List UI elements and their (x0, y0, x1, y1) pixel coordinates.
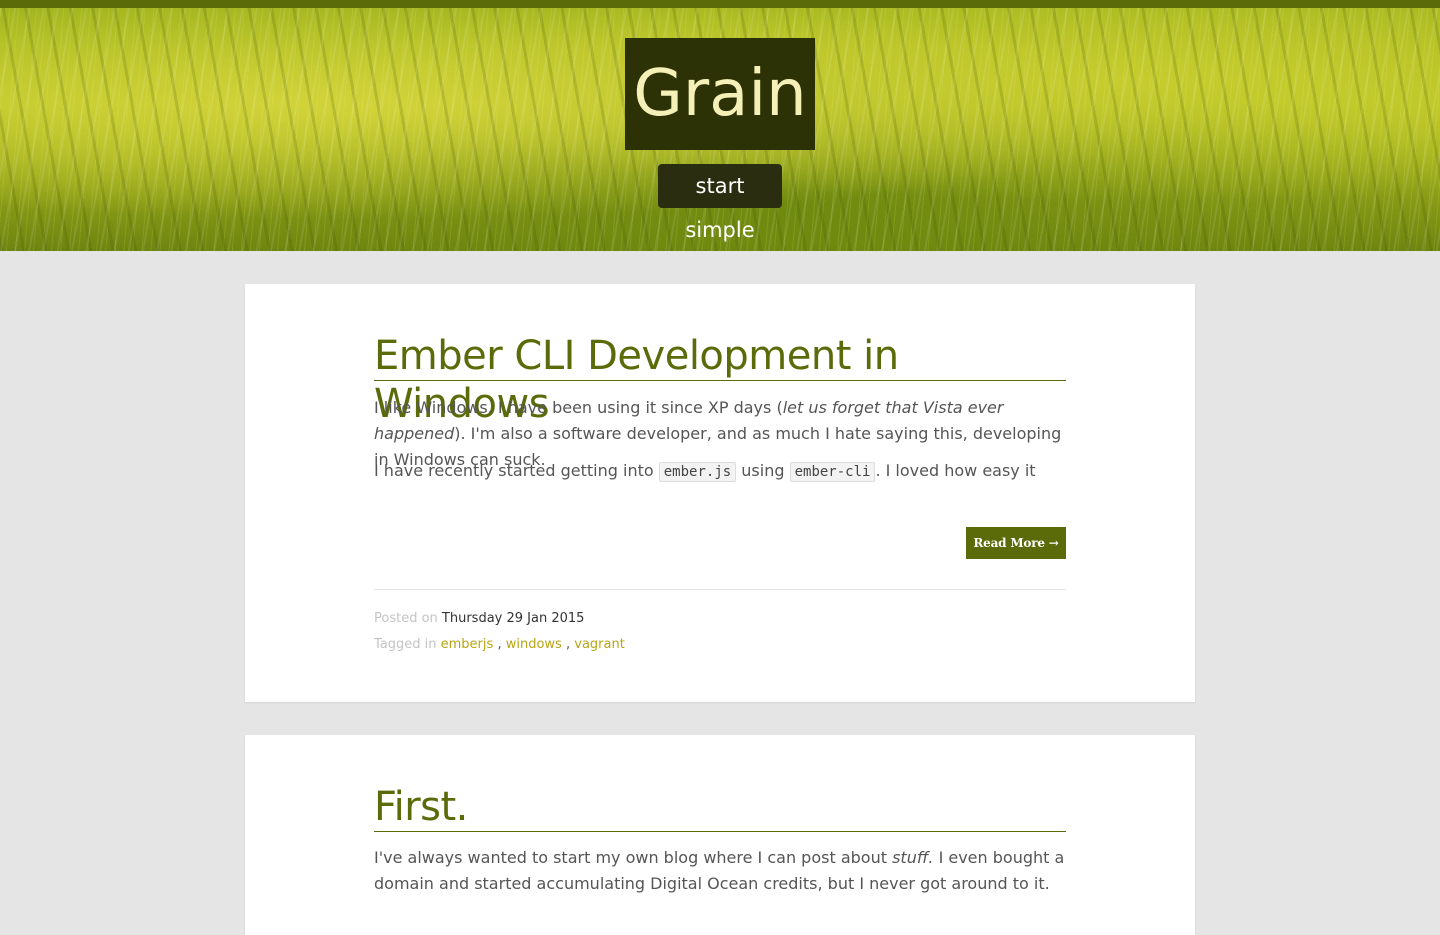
post-excerpt: I've always wanted to start my own blog … (374, 845, 1066, 897)
post-paragraph: I've always wanted to start my own blog … (374, 845, 1066, 897)
post-content: Ember CLI Development in Windows (374, 332, 1066, 427)
inline-code: ember-cli (789, 462, 876, 482)
posted-date-line: Posted on Thursday 29 Jan 2015 (374, 611, 584, 626)
tag-separator: , (497, 637, 502, 652)
paragraph-text: using (741, 461, 785, 480)
tag-separator: , (565, 637, 571, 652)
post-card: First. I've always wanted to start my ow… (245, 735, 1195, 935)
emphasis-text: stuff. (892, 848, 934, 867)
tagged-label: Tagged in (374, 637, 437, 652)
post-paragraph: I have recently started getting into emb… (374, 458, 1066, 485)
paragraph-text: I have recently started getting into (374, 461, 654, 480)
post-title[interactable]: Ember CLI Development in Windows (374, 332, 1066, 427)
site-tagline: start simple (658, 164, 782, 242)
paragraph-text: . I loved how easy it (875, 461, 1036, 480)
read-more-row: Read More → (374, 527, 1066, 559)
post-title[interactable]: First. (374, 783, 1066, 832)
tag-link-vagrant[interactable]: vagrant (574, 637, 625, 652)
paragraph-text: I've always wanted to start my own blog … (374, 848, 887, 867)
post-card: Ember CLI Development in Windows I like … (245, 284, 1195, 702)
top-accent-bar (0, 0, 1440, 8)
tags-line: Tagged in emberjs , windows , vagrant (374, 637, 625, 652)
site-title[interactable]: Grain (625, 38, 815, 150)
post-excerpt-2: I have recently started getting into emb… (374, 458, 1066, 485)
meta-divider (374, 589, 1066, 590)
hero-banner: Grain start simple (0, 8, 1440, 251)
tag-link-windows[interactable]: windows (506, 637, 562, 652)
post-date: Thursday 29 Jan 2015 (441, 611, 585, 626)
post-content: First. (374, 783, 1066, 832)
posted-label: Posted on (374, 611, 438, 626)
paragraph-text: I like Windows. I have been using it sin… (374, 398, 783, 417)
read-more-button[interactable]: Read More → (966, 527, 1066, 559)
inline-code: ember.js (658, 462, 737, 482)
tag-link-emberjs[interactable]: emberjs (441, 637, 494, 652)
